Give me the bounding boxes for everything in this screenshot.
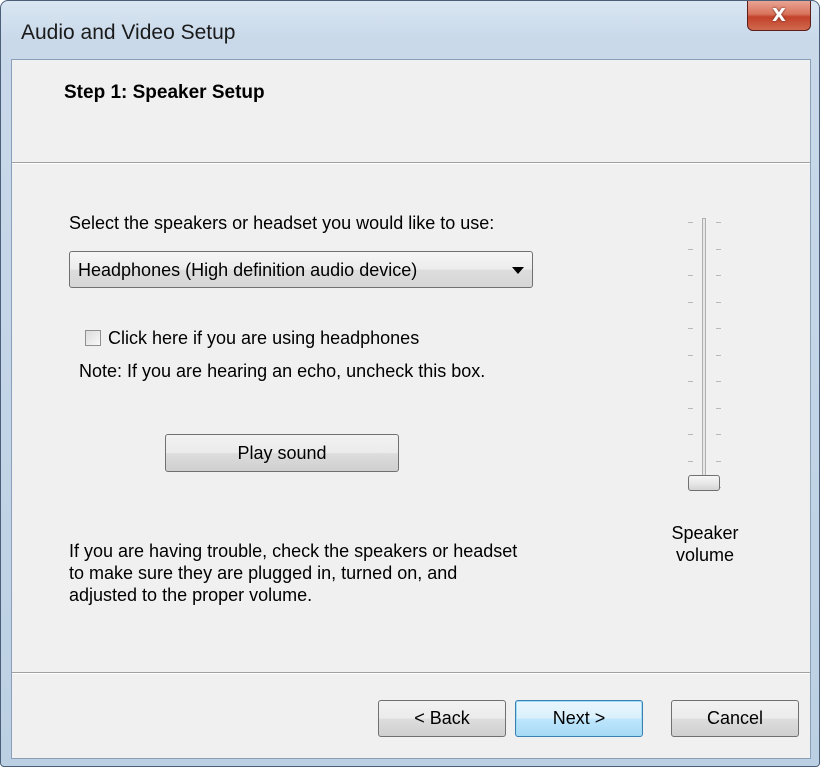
speaker-volume-slider[interactable] bbox=[660, 210, 750, 500]
slider-tick bbox=[716, 249, 721, 250]
volume-label-line: Speaker bbox=[671, 523, 739, 543]
step-title: Step 1: Speaker Setup bbox=[64, 82, 265, 103]
slider-tick bbox=[688, 302, 693, 303]
close-button[interactable]: X bbox=[747, 1, 811, 31]
slider-tick bbox=[716, 355, 721, 356]
slider-tick bbox=[716, 434, 721, 435]
slider-tick bbox=[716, 381, 721, 382]
slider-tick bbox=[688, 461, 693, 462]
dialog-window: Audio and Video Setup X Step 1: Speaker … bbox=[0, 0, 820, 767]
slider-tick bbox=[688, 249, 693, 250]
trouble-line: If you are having trouble, check the spe… bbox=[69, 541, 518, 561]
slider-tick bbox=[688, 275, 693, 276]
close-icon: X bbox=[772, 5, 786, 26]
trouble-line: to make sure they are plugged in, turned… bbox=[69, 563, 458, 583]
speaker-volume-label: Speaker volume bbox=[657, 522, 753, 566]
slider-thumb[interactable] bbox=[688, 475, 720, 491]
back-button[interactable]: < Back bbox=[378, 700, 506, 737]
next-label: Next > bbox=[552, 708, 606, 728]
back-label: < Back bbox=[414, 708, 470, 728]
speaker-device-dropdown[interactable]: Headphones (High definition audio device… bbox=[69, 251, 533, 288]
play-sound-label: Play sound bbox=[237, 442, 327, 463]
footer-divider bbox=[12, 672, 810, 674]
slider-tick bbox=[716, 302, 721, 303]
dropdown-selected-value: Headphones (High definition audio device… bbox=[78, 260, 418, 280]
dialog-content: Step 1: Speaker Setup Select the speaker… bbox=[11, 59, 811, 759]
slider-tick bbox=[716, 222, 721, 223]
device-prompt: Select the speakers or headset you would… bbox=[69, 213, 495, 233]
slider-tick bbox=[716, 328, 721, 329]
slider-tick bbox=[716, 275, 721, 276]
play-sound-button[interactable]: Play sound bbox=[165, 434, 399, 472]
trouble-line: adjusted to the proper volume. bbox=[69, 585, 313, 605]
chevron-down-icon bbox=[512, 267, 524, 274]
slider-tick bbox=[688, 408, 693, 409]
title-bar[interactable]: Audio and Video Setup X bbox=[1, 1, 819, 59]
cancel-label: Cancel bbox=[706, 708, 764, 728]
headphones-checkbox-label[interactable]: Click here if you are using headphones bbox=[108, 328, 419, 349]
slider-track bbox=[702, 218, 706, 488]
echo-note: Note: If you are hearing an echo, unchec… bbox=[79, 361, 486, 381]
slider-tick bbox=[688, 355, 693, 356]
window-title: Audio and Video Setup bbox=[21, 21, 236, 44]
slider-tick bbox=[716, 461, 721, 462]
slider-tick bbox=[688, 328, 693, 329]
slider-tick bbox=[688, 222, 693, 223]
slider-tick bbox=[688, 381, 693, 382]
trouble-text: If you are having trouble, check the spe… bbox=[69, 540, 569, 606]
headphones-checkbox[interactable] bbox=[85, 330, 101, 346]
next-button[interactable]: Next > bbox=[515, 700, 643, 737]
slider-tick bbox=[688, 434, 693, 435]
slider-tick bbox=[716, 408, 721, 409]
header-divider bbox=[12, 162, 810, 164]
volume-label-line: volume bbox=[675, 545, 735, 565]
cancel-button[interactable]: Cancel bbox=[671, 700, 799, 737]
